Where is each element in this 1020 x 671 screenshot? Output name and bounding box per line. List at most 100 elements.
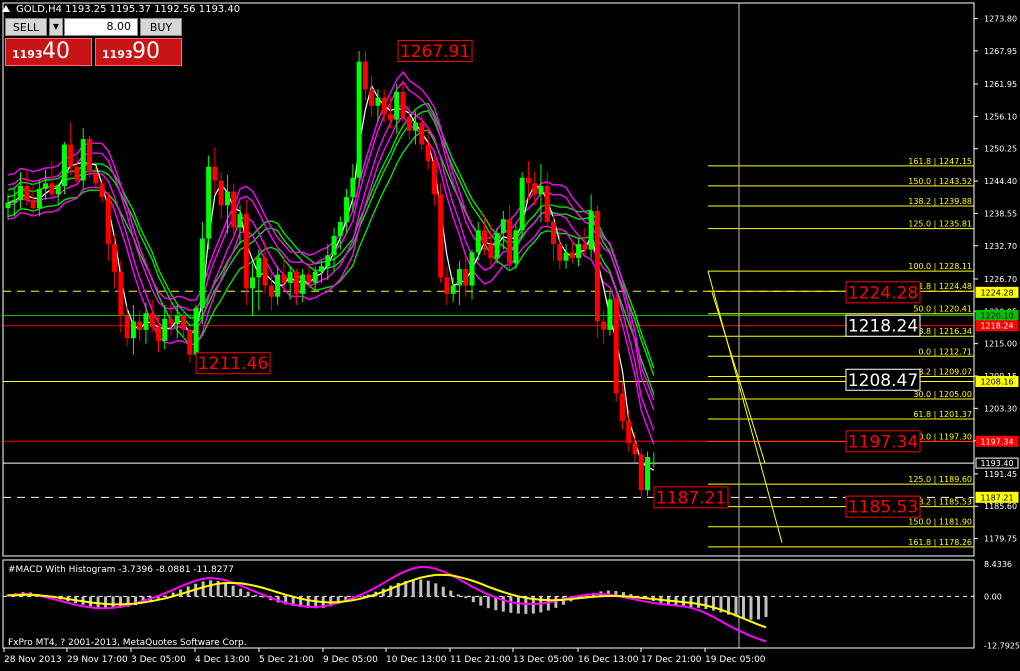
level-label: 1267.91 — [400, 42, 470, 62]
candle-body — [206, 166, 212, 239]
fib-label: 61.8 | 1201.37 — [913, 410, 972, 419]
candle-body — [325, 255, 331, 267]
candle-body — [49, 183, 55, 195]
candle-body — [425, 144, 431, 162]
lot-size-input[interactable]: 8.00 — [64, 18, 138, 36]
candle-body — [538, 186, 544, 195]
candle-body — [337, 221, 343, 236]
candle-body — [36, 188, 42, 209]
candle-body — [362, 61, 368, 90]
candle-body — [456, 268, 462, 286]
candle-body — [143, 313, 149, 330]
fib-label: 0.0 | 1197.30 — [918, 433, 972, 442]
candle-body — [594, 210, 600, 322]
candle-body — [557, 244, 563, 261]
chart-canvas[interactable]: 161.8 | 1247.15 150.0 | 1243.52 138.2 | 12… — [0, 0, 1020, 667]
candle-body — [5, 202, 11, 209]
candle-body — [231, 191, 237, 228]
buy-price-prefix: 1193 — [102, 48, 133, 61]
green-ma-line — [7, 109, 655, 376]
green-ma-line — [7, 102, 655, 369]
candle-body — [588, 210, 594, 250]
candle-body — [494, 233, 500, 258]
candle-body — [237, 213, 243, 228]
candle-body — [331, 235, 337, 256]
candle-body — [413, 122, 419, 131]
candle-body — [30, 199, 36, 209]
candle-body — [43, 183, 49, 189]
candle-body — [513, 230, 519, 264]
candle-body — [607, 299, 613, 330]
candle-body — [626, 421, 632, 444]
candle-body — [187, 329, 193, 355]
y-tick-label: 1185.60 — [984, 502, 1017, 511]
candle-body — [55, 186, 61, 195]
candle-body — [394, 92, 400, 120]
x-tick-label: 13 Dec 05:00 — [513, 655, 574, 665]
candle-body — [619, 393, 625, 422]
copyright-footer: FxPro MT4, ? 2001-2013, MetaQuotes Softw… — [8, 638, 247, 648]
sell-button[interactable]: SELL — [5, 18, 47, 36]
candle-body — [243, 213, 249, 289]
one-click-trade-panel: SELL ▼ 8.00 BUY 1193 40 1193 90 — [5, 18, 182, 66]
x-tick-label: 9 Dec 05:00 — [323, 655, 378, 665]
candle-body — [293, 271, 299, 294]
sell-price-box[interactable]: 1193 40 — [5, 38, 92, 66]
chart-window[interactable]: 161.8 | 1247.15 150.0 | 1243.52 138.2 | 12… — [0, 0, 1020, 667]
candle-body — [350, 177, 356, 198]
y-tick-label: 1215.00 — [984, 340, 1017, 349]
candle-body — [438, 194, 444, 278]
candle-body — [638, 454, 644, 491]
candle-body — [74, 166, 80, 181]
level-label: 1211.46 — [198, 354, 268, 374]
candle-body — [444, 277, 450, 294]
level-label: 1185.53 — [848, 498, 918, 518]
candle-body — [500, 219, 506, 234]
candle-body — [613, 299, 619, 394]
candle-body — [268, 285, 274, 297]
fib-label: 138.2 | 1239.88 — [908, 197, 972, 206]
candle-body — [275, 274, 281, 297]
candle-body — [582, 244, 588, 250]
candle-body — [218, 180, 224, 206]
x-tick-label: 28 Nov 2013 — [4, 655, 62, 665]
lot-stepper-icon[interactable]: ▼ — [49, 18, 63, 36]
candle-body — [344, 197, 350, 222]
candle-body — [319, 266, 324, 272]
candle-body — [256, 257, 262, 278]
magenta-ma-line — [7, 80, 655, 411]
candle-body — [24, 186, 30, 200]
candle-body — [61, 144, 67, 187]
candle-body — [400, 92, 406, 117]
candle-body — [224, 191, 230, 206]
candle-body — [601, 321, 607, 330]
price-axis-tag-label: 1197.34 — [980, 437, 1013, 446]
candle-body — [137, 321, 143, 330]
collapse-triangle-icon[interactable] — [2, 5, 10, 12]
x-tick-label: 10 Dec 13:00 — [386, 655, 447, 665]
buy-button[interactable]: BUY — [140, 18, 182, 36]
y-tick-label: 1261.95 — [984, 80, 1017, 89]
candle-body — [199, 238, 205, 308]
candle-body — [550, 221, 556, 245]
sell-price-prefix: 1193 — [12, 48, 43, 61]
candle-body — [356, 61, 362, 178]
candle-body — [563, 252, 569, 261]
y-tick-label: 1203.30 — [984, 404, 1017, 413]
candle-body — [463, 268, 469, 286]
x-tick-label: 17 Dec 21:00 — [641, 655, 702, 665]
fib-label: 150.0 | 1181.90 — [908, 518, 972, 527]
level-label: 1197.34 — [848, 432, 918, 452]
fib-label: 8.2 | 1185.53 — [918, 498, 972, 507]
macd-title: #MACD With Histogram -3.7396 -8.0881 -11… — [8, 565, 234, 575]
level-label: 1187.21 — [656, 488, 726, 508]
candle-body — [569, 252, 575, 258]
candle-body — [532, 183, 538, 195]
buy-price-box[interactable]: 1193 90 — [95, 38, 182, 66]
fib-label: 161.8 | 1247.15 — [908, 157, 972, 166]
y-tick-label: 1179.75 — [984, 535, 1017, 544]
price-axis-tag-label: 1218.24 — [980, 322, 1013, 331]
fib-label: 30.0 | 1205.00 — [913, 390, 972, 399]
candle-body — [112, 244, 118, 272]
level-label: 1208.47 — [848, 371, 918, 391]
